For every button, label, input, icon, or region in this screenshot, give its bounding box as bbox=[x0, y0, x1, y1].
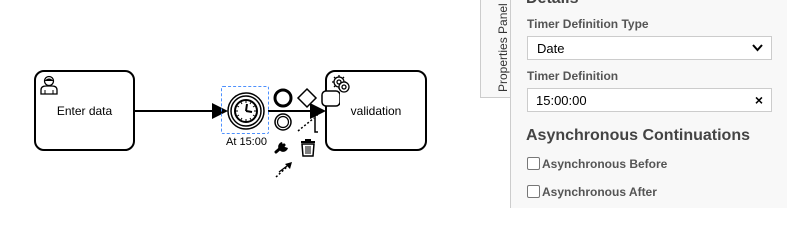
async-after-row: Asynchronous After bbox=[527, 185, 657, 199]
task-icon bbox=[321, 90, 340, 107]
wrench-icon bbox=[274, 142, 288, 154]
timer-event[interactable] bbox=[226, 91, 266, 131]
chevron-down-icon bbox=[752, 44, 763, 52]
text-annotation-icon bbox=[314, 114, 318, 133]
async-after-label: Asynchronous After bbox=[542, 185, 657, 199]
clear-icon[interactable]: × bbox=[755, 92, 763, 108]
details-group-title: Details bbox=[526, 0, 578, 8]
timer-definition-type-label: Timer Definition Type bbox=[527, 17, 649, 31]
async-after-checkbox[interactable] bbox=[527, 185, 540, 198]
task-label: validation bbox=[350, 103, 402, 118]
properties-panel-tab-label: Properties Panel bbox=[496, 3, 510, 92]
gateway-icon bbox=[296, 87, 318, 109]
connect-arrow-icon bbox=[275, 162, 292, 178]
timer-definition-type-select[interactable]: Date bbox=[527, 36, 772, 60]
user-icon bbox=[40, 75, 58, 95]
trash-icon bbox=[301, 139, 315, 157]
bpmn-canvas[interactable]: Enter data validation At 15:00 bbox=[0, 0, 480, 208]
end-event-icon bbox=[273, 88, 293, 108]
connect-arrow-icon-small bbox=[297, 117, 315, 132]
timer-event-label: At 15:00 bbox=[226, 136, 267, 148]
task-enter-data[interactable]: Enter data bbox=[34, 70, 135, 151]
async-before-checkbox[interactable] bbox=[527, 157, 540, 170]
timer-definition-type-value: Date bbox=[537, 41, 565, 56]
async-group-title: Asynchronous Continuations bbox=[526, 127, 750, 144]
clock-icon bbox=[234, 99, 258, 123]
timer-definition-value: 15:00:00 bbox=[536, 93, 587, 108]
async-before-row: Asynchronous Before bbox=[527, 157, 667, 171]
context-pad bbox=[273, 87, 340, 178]
task-label: Enter data bbox=[56, 103, 113, 118]
timer-definition-label: Timer Definition bbox=[527, 69, 619, 83]
properties-panel-toggle[interactable]: Properties Panel bbox=[480, 0, 511, 98]
async-before-label: Asynchronous Before bbox=[542, 157, 668, 171]
properties-panel: Details Timer Definition Type Date Timer… bbox=[510, 0, 787, 208]
task-validation[interactable]: validation bbox=[325, 70, 427, 151]
timer-definition-input[interactable]: 15:00:00 × bbox=[527, 88, 772, 112]
